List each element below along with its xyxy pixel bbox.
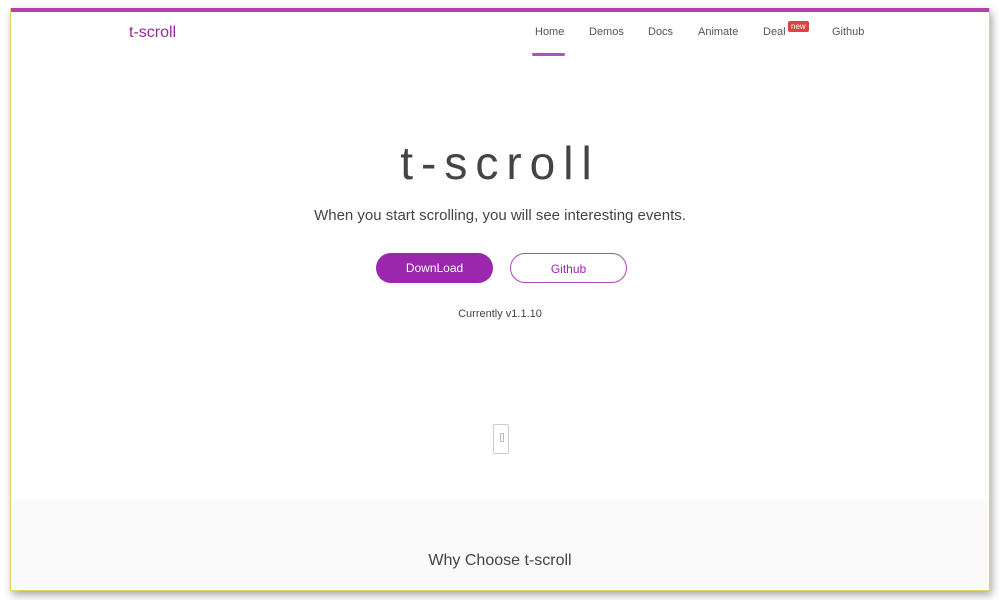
new-badge: new [788, 21, 809, 32]
nav-item-deal[interactable]: Deal [763, 26, 786, 38]
nav-item-github[interactable]: Github [832, 26, 864, 38]
github-button[interactable]: Github [510, 253, 627, 283]
hero-tagline: When you start scrolling, you will see i… [314, 207, 686, 224]
mouse-scroll-icon [493, 424, 509, 454]
nav-item-home[interactable]: Home [535, 26, 564, 38]
nav-item-demos[interactable]: Demos [589, 26, 624, 38]
section-heading: Why Choose t-scroll [428, 552, 572, 569]
features-section [11, 500, 989, 590]
nav-item-animate[interactable]: Animate [698, 26, 738, 38]
brand-logo[interactable]: t-scroll [129, 24, 176, 42]
nav-item-docs[interactable]: Docs [648, 26, 673, 38]
navbar: t-scroll Home Demos Docs Animate Deal Gi… [11, 12, 989, 62]
active-nav-indicator [532, 53, 565, 56]
version-text: Currently v1.1.10 [458, 308, 542, 320]
browser-frame: t-scroll Home Demos Docs Animate Deal Gi… [10, 8, 990, 591]
mouse-wheel-icon [500, 433, 504, 442]
hero-title: t-scroll [400, 137, 600, 189]
download-button[interactable]: DownLoad [376, 253, 493, 283]
